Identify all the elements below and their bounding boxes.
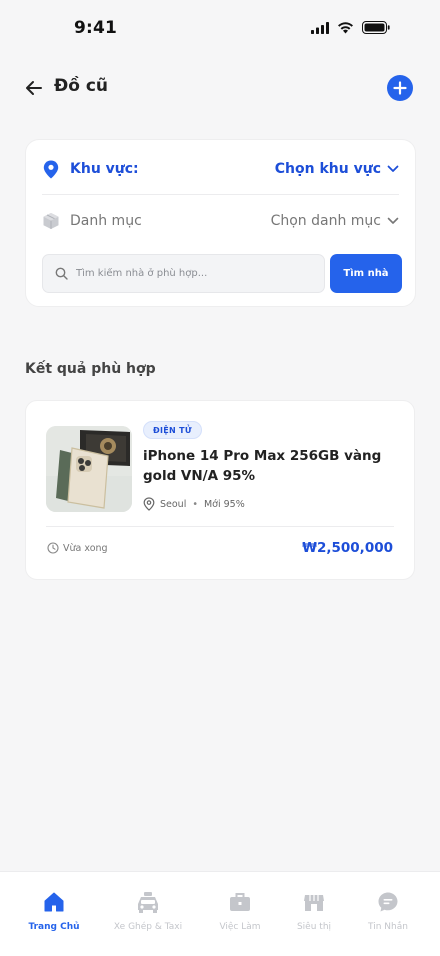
home-icon xyxy=(42,890,66,914)
product-price: ₩2,500,000 xyxy=(302,540,393,556)
location-pin-outline-icon xyxy=(143,497,155,511)
filter-card: Khu vực: Chọn khu vực Danh mục Chọn danh… xyxy=(25,139,416,307)
nav-item-messages[interactable]: Tin Nhắn xyxy=(344,890,432,932)
add-button[interactable] xyxy=(387,75,413,101)
nav-label-home: Trang Chủ xyxy=(28,922,80,932)
box-icon xyxy=(42,212,60,230)
arrow-left-icon xyxy=(26,81,42,95)
results-section-title: Kết quả phù hợp xyxy=(25,361,156,377)
posted-time-text: Vừa xong xyxy=(63,542,108,554)
region-select-value: Chọn khu vực xyxy=(274,161,381,177)
search-box xyxy=(42,254,325,293)
back-button[interactable] xyxy=(24,78,44,98)
product-condition: Mới 95% xyxy=(203,498,245,510)
nav-label-taxi: Xe Ghép & Taxi xyxy=(113,922,183,932)
nav-label-supermarket: Siêu thị xyxy=(296,922,332,932)
category-select[interactable]: Chọn danh mục xyxy=(271,213,399,229)
chat-icon xyxy=(376,890,400,914)
product-meta: Seoul • Mới 95% xyxy=(143,497,245,511)
category-select-value: Chọn danh mục xyxy=(270,213,381,229)
nav-label-messages: Tin Nhắn xyxy=(368,922,408,932)
nav-item-home[interactable]: Trang Chủ xyxy=(10,890,98,932)
chevron-down-icon xyxy=(387,217,399,224)
status-icons xyxy=(311,21,390,34)
region-label: Khu vực: xyxy=(70,161,139,177)
header: Đồ cũ xyxy=(0,72,440,104)
product-title: iPhone 14 Pro Max 256GB vàng gold VN/A 9… xyxy=(143,448,382,484)
category-badge: ĐIỆN TỬ xyxy=(143,421,202,439)
nav-label-jobs: Việc Làm xyxy=(219,922,261,932)
taxi-icon xyxy=(136,890,160,914)
bottom-nav: Trang Chủ Xe Ghép & Taxi Việc Làm Siêu t… xyxy=(0,871,440,956)
status-time: 9:41 xyxy=(74,18,118,38)
result-card[interactable]: ĐIỆN TỬ iPhone 14 Pro Max 256GB vàng gol… xyxy=(25,400,415,580)
status-bar: 9:41 xyxy=(0,0,440,56)
region-select[interactable]: Chọn khu vực xyxy=(275,161,399,177)
meta-separator: • xyxy=(192,498,198,510)
plus-icon xyxy=(393,81,407,95)
filter-divider xyxy=(42,194,399,195)
page-title: Đồ cũ xyxy=(54,76,109,96)
store-icon xyxy=(302,890,326,914)
product-location: Seoul xyxy=(160,498,187,510)
search-icon xyxy=(55,267,68,280)
battery-icon xyxy=(362,21,390,34)
posted-time: Vừa xong xyxy=(47,542,108,554)
product-image xyxy=(46,426,132,512)
region-row: Khu vực: Chọn khu vực xyxy=(42,157,399,181)
signal-icon xyxy=(311,21,329,34)
wifi-icon xyxy=(338,21,353,33)
search-input[interactable] xyxy=(76,268,306,279)
briefcase-icon xyxy=(228,890,252,914)
category-row: Danh mục Chọn danh mục xyxy=(42,209,399,233)
search-button[interactable]: Tìm nhà xyxy=(330,254,402,293)
chevron-down-icon xyxy=(387,165,399,172)
card-divider xyxy=(46,526,394,527)
location-pin-icon xyxy=(42,160,60,178)
category-label: Danh mục xyxy=(70,213,142,229)
nav-item-taxi[interactable]: Xe Ghép & Taxi xyxy=(104,890,192,932)
clock-icon xyxy=(47,542,59,554)
